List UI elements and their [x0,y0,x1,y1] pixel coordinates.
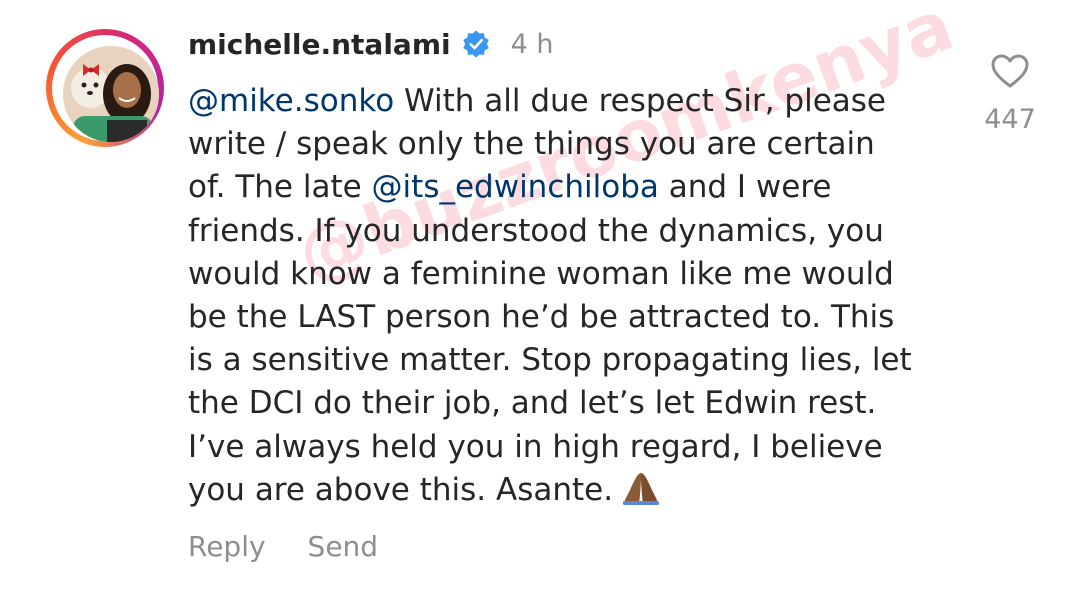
heart-outline-icon[interactable] [990,52,1030,90]
reply-button[interactable]: Reply [188,530,266,563]
verified-badge-icon [462,30,489,58]
profile-avatar[interactable] [46,29,164,147]
comment-line: is a sensitive matter. Stop propagating … [188,342,912,379]
comment-line: would know a feminine woman like me woul… [188,255,894,292]
comment-line: the DCI do their job, and let’s let Edwi… [188,385,877,422]
comment-line: of. The late @its_edwinchiloba and I wer… [188,169,832,206]
comment-line: friends. If you understood the dynamics,… [188,212,884,249]
send-button[interactable]: Send [308,530,379,563]
like-area: 447 [980,52,1040,135]
folded-hands-icon [621,470,661,506]
comment-line: I’ve always held you in high regard, I b… [188,428,883,465]
comment-line: be the LAST person he’d be attracted to.… [188,298,895,335]
comment-line: @mike.sonko With all due respect Sir, pl… [188,83,887,119]
comment-actions: Reply Send [188,524,378,568]
comment-line: write / speak only the things you are ce… [188,126,875,163]
comment-text: @mike.sonko With all due respect Sir, pl… [188,80,968,512]
comment-timestamp: 4 h [510,28,554,60]
mention-link[interactable]: @mike.sonko [188,83,394,119]
like-count: 447 [984,104,1036,135]
username[interactable]: michelle.ntalami [188,28,451,61]
avatar-photo [63,46,159,142]
comment-header: michelle.ntalami 4 h [188,22,553,66]
mention-link[interactable]: @its_edwinchiloba [372,169,659,205]
comment-line: you are above this. Asante. [188,469,968,512]
